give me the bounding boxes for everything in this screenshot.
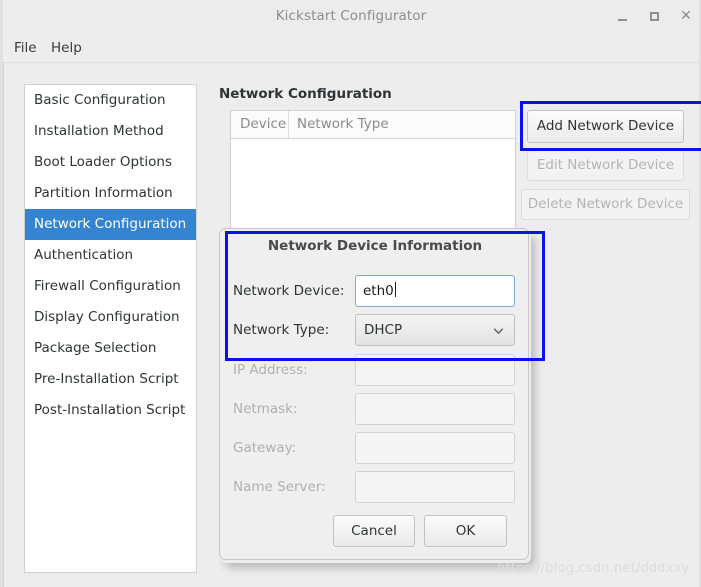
ip-address-input bbox=[355, 354, 515, 386]
sidebar-item-authentication[interactable]: Authentication bbox=[25, 240, 196, 271]
network-type-select-value: DHCP bbox=[364, 322, 403, 338]
network-device-input-value: eth0 bbox=[363, 283, 394, 299]
name-server-label: Name Server: bbox=[233, 479, 326, 495]
sidebar-item-partition-information[interactable]: Partition Information bbox=[25, 178, 196, 209]
ip-address-label: IP Address: bbox=[233, 362, 308, 378]
sidebar-item-boot-loader-options[interactable]: Boot Loader Options bbox=[25, 147, 196, 178]
sidebar-item-display-configuration[interactable]: Display Configuration bbox=[25, 302, 196, 333]
field-row-network-device: Network Device: eth0 bbox=[220, 275, 528, 307]
edit-network-device-button: Edit Network Device bbox=[527, 150, 684, 181]
ok-button[interactable]: OK bbox=[424, 515, 507, 547]
sidebar-item-package-selection[interactable]: Package Selection bbox=[25, 333, 196, 364]
network-device-information-dialog: Network Device Information Network Devic… bbox=[219, 228, 529, 560]
network-device-label: Network Device: bbox=[233, 283, 345, 299]
maximize-icon bbox=[649, 12, 659, 21]
window-left-border bbox=[0, 0, 4, 587]
gateway-input bbox=[355, 432, 515, 464]
sidebar-item-firewall-configuration[interactable]: Firewall Configuration bbox=[25, 271, 196, 302]
network-type-select[interactable]: DHCP bbox=[355, 314, 515, 346]
sidebar-item-installation-method[interactable]: Installation Method bbox=[25, 116, 196, 147]
field-row-ip-address: IP Address: bbox=[220, 354, 528, 386]
sidebar-item-basic-configuration[interactable]: Basic Configuration bbox=[25, 85, 196, 116]
close-icon: ✕ bbox=[680, 8, 692, 24]
window-title: Kickstart Configurator bbox=[275, 8, 427, 24]
application-window: Kickstart Configurator ✕ File Help Basic… bbox=[0, 0, 701, 587]
network-type-label: Network Type: bbox=[233, 322, 330, 338]
close-button[interactable]: ✕ bbox=[676, 6, 696, 26]
table-column-device[interactable]: Device bbox=[240, 111, 286, 138]
watermark: https://blog.csdn.net/dddxxy bbox=[497, 561, 690, 576]
table-header-row: Device Network Type bbox=[231, 111, 515, 139]
menu-bar-separator bbox=[3, 62, 699, 63]
netmask-input bbox=[355, 393, 515, 425]
text-caret bbox=[394, 282, 396, 297]
delete-network-device-button: Delete Network Device bbox=[521, 189, 690, 220]
add-network-device-button[interactable]: Add Network Device bbox=[527, 110, 684, 143]
sidebar-item-network-configuration[interactable]: Network Configuration bbox=[25, 209, 196, 240]
sidebar-list[interactable]: Basic Configuration Installation Method … bbox=[24, 84, 197, 573]
cancel-button[interactable]: Cancel bbox=[333, 515, 415, 547]
menu-bar: File Help bbox=[3, 33, 699, 63]
gateway-label: Gateway: bbox=[233, 440, 297, 456]
network-device-input[interactable]: eth0 bbox=[355, 275, 515, 307]
page-title: Network Configuration bbox=[219, 86, 392, 102]
menu-item-file[interactable]: File bbox=[14, 38, 37, 58]
menu-item-help[interactable]: Help bbox=[51, 38, 82, 58]
sidebar-item-post-installation-script[interactable]: Post-Installation Script bbox=[25, 395, 196, 426]
netmask-label: Netmask: bbox=[233, 401, 298, 417]
title-bar: Kickstart Configurator ✕ bbox=[3, 0, 699, 33]
minimize-button[interactable] bbox=[612, 6, 632, 26]
field-row-gateway: Gateway: bbox=[220, 432, 528, 464]
table-column-network-type[interactable]: Network Type bbox=[297, 111, 389, 138]
chevron-down-icon bbox=[494, 327, 503, 336]
minimize-icon bbox=[617, 19, 627, 21]
field-row-netmask: Netmask: bbox=[220, 393, 528, 425]
sidebar-item-pre-installation-script[interactable]: Pre-Installation Script bbox=[25, 364, 196, 395]
name-server-input bbox=[355, 471, 515, 503]
field-row-network-type: Network Type: DHCP bbox=[220, 314, 528, 346]
table-column-divider bbox=[288, 111, 289, 138]
maximize-button[interactable] bbox=[644, 6, 664, 26]
field-row-name-server: Name Server: bbox=[220, 471, 528, 503]
dialog-title: Network Device Information bbox=[267, 238, 483, 254]
